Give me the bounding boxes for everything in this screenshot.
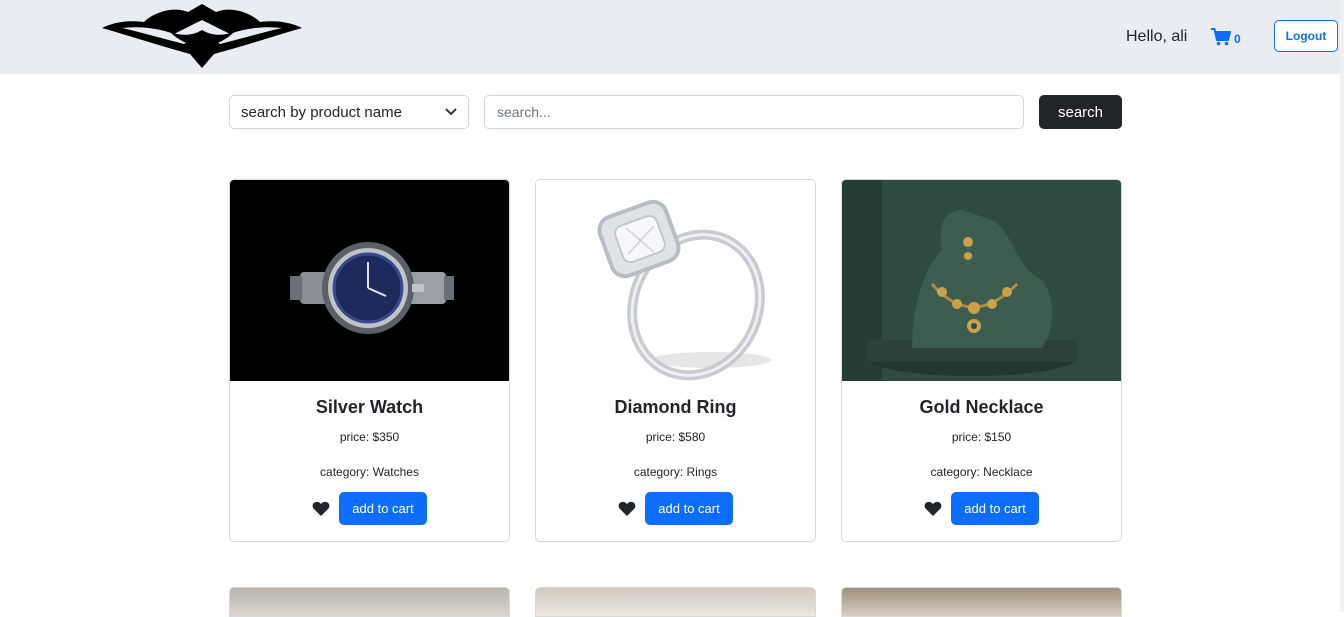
add-to-cart-button[interactable]: add to cart [645, 492, 733, 525]
product-card-partial [841, 587, 1122, 617]
product-price: price: $350 [339, 430, 400, 444]
product-card: Diamond Ring price: $580 category: Rings… [535, 179, 816, 542]
product-name: Silver Watch [315, 397, 424, 417]
product-name: Diamond Ring [614, 397, 737, 417]
add-to-cart-button[interactable]: add to cart [951, 492, 1039, 525]
product-price: price: $150 [951, 430, 1012, 444]
add-to-cart-button[interactable]: add to cart [339, 492, 427, 525]
search-input[interactable] [484, 95, 1024, 129]
heart-icon[interactable] [924, 501, 942, 517]
user-greeting: Hello, ali [1126, 28, 1188, 45]
search-filter-select[interactable]: search by product name [229, 95, 469, 129]
product-card-partial [535, 587, 816, 617]
search-button[interactable]: search [1039, 95, 1122, 129]
product-price: price: $580 [645, 430, 706, 444]
product-card-partial [229, 587, 510, 617]
shopping-cart-icon [1211, 28, 1231, 46]
brand-logo[interactable] [100, 2, 304, 70]
product-image-ring [536, 180, 815, 381]
chevron-down-icon [445, 108, 457, 116]
product-image-watch [230, 180, 509, 381]
product-actions: add to cart [230, 492, 509, 525]
product-card: Gold Necklace price: $150 category: Neck… [841, 179, 1122, 542]
product-image-necklace [842, 180, 1121, 381]
cart-link[interactable]: 0 [1211, 28, 1241, 46]
product-category: category: Necklace [930, 465, 1033, 479]
product-actions: add to cart [842, 492, 1121, 525]
cart-count: 0 [1234, 32, 1241, 46]
navbar: Hello, ali 0 Logout [0, 0, 1340, 74]
product-actions: add to cart [536, 492, 815, 525]
product-category: category: Rings [633, 465, 718, 479]
product-card: Silver Watch price: $350 category: Watch… [229, 179, 510, 542]
heart-icon[interactable] [618, 501, 636, 517]
logout-button[interactable]: Logout [1274, 20, 1338, 52]
product-category: category: Watches [320, 465, 419, 479]
scrollbar[interactable] [1340, 0, 1344, 612]
heart-icon[interactable] [312, 501, 330, 517]
product-name: Gold Necklace [919, 397, 1044, 417]
search-filter-value: search by product name [241, 103, 402, 121]
